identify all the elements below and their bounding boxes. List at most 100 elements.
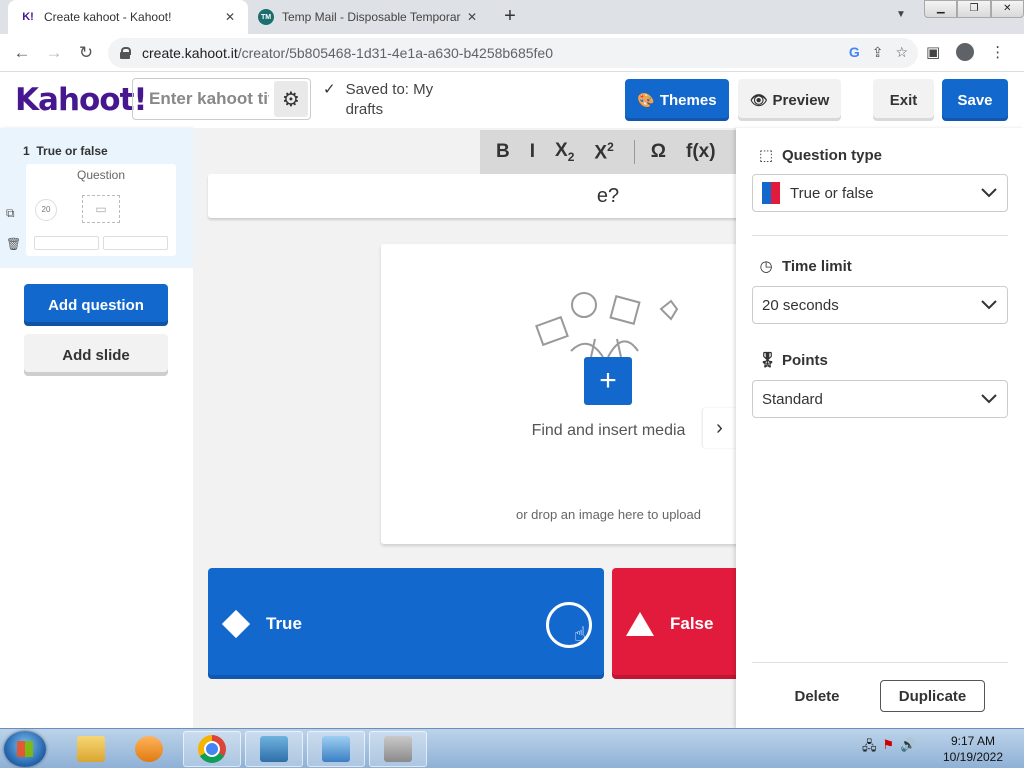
tab-create-kahoot[interactable]: K! Create kahoot - Kahoot! ✕ [8, 0, 248, 34]
duplicate-slide-icon[interactable]: ⧉ [6, 206, 21, 221]
points-heading: 🎖 Points [758, 351, 828, 370]
question-type-icon: ⬚ [758, 147, 774, 164]
points-select[interactable]: Standard [752, 380, 1008, 418]
duplicate-button[interactable]: Duplicate [880, 680, 985, 712]
italic-button[interactable]: I [530, 141, 535, 163]
profile-avatar-icon[interactable] [956, 43, 975, 61]
subscript-digit: 2 [567, 149, 575, 164]
file-explorer-icon[interactable] [62, 731, 120, 767]
superscript-digit: 2 [607, 139, 614, 154]
chevron-right-icon[interactable]: › [703, 408, 736, 448]
settings-gear-icon[interactable]: ⚙ [274, 81, 308, 117]
reload-icon[interactable]: ↻ [76, 43, 96, 63]
window-controls: ▁ ❐ ✕ [924, 0, 1024, 18]
exit-button[interactable]: Exit [873, 79, 934, 121]
system-clock[interactable]: 9:17 AM 10/19/2022 [938, 733, 1008, 765]
volume-icon[interactable]: 🔊 [900, 737, 916, 759]
url-field[interactable]: create.kahoot.it/creator/5b805468-1d31-4… [108, 38, 918, 68]
delete-button[interactable]: Delete [782, 680, 852, 712]
preview-label: Preview [772, 91, 830, 109]
question-text-field[interactable]: e? [208, 174, 736, 218]
bold-button[interactable]: B [496, 141, 510, 163]
math-function-button[interactable]: f(x) [686, 141, 716, 163]
chrome-taskbar-icon[interactable] [183, 731, 241, 767]
answer-true[interactable]: True ☝ [208, 568, 604, 679]
slide-thumbnail[interactable]: Question 20 ▭ [26, 164, 176, 256]
kahoot-title-field[interactable]: ⚙ [132, 78, 311, 120]
saved-status-text: Saved to: My drafts [345, 81, 434, 118]
diamond-icon [221, 609, 251, 638]
slide-number: 1 [23, 144, 30, 158]
add-question-button[interactable]: Add question [24, 284, 168, 326]
media-player-icon[interactable] [120, 731, 178, 767]
address-bar: ← → ↻ create.kahoot.it/creator/5b805468-… [0, 34, 1024, 72]
close-tab-icon[interactable]: ✕ [222, 10, 238, 24]
kahoot-logo[interactable]: Kahoot! [15, 82, 148, 118]
themes-button[interactable]: 🎨 Themes [625, 79, 729, 121]
kahoot-header: Kahoot! ⚙ ✓ Saved to: My drafts 🎨 Themes… [0, 72, 1024, 128]
time-limit-select[interactable]: 20 seconds [752, 286, 1008, 324]
forward-arrow-icon[interactable]: → [44, 43, 64, 63]
restore-icon[interactable]: ❐ [957, 0, 991, 18]
media-upload-area[interactable]: + Find and insert media or drop an image… [381, 244, 736, 544]
add-slide-button[interactable]: Add slide [24, 334, 168, 376]
network-icon[interactable]: 🖧 [862, 737, 877, 759]
slide-item-1[interactable]: 1 True or false ⧉ 🗑 Question 20 ▭ [0, 128, 193, 268]
triangle-icon [626, 610, 654, 638]
answer-false[interactable]: False [612, 568, 736, 679]
saved-status: ✓ Saved to: My drafts [323, 80, 453, 120]
preview-button[interactable]: 👁 Preview [738, 79, 841, 121]
close-tab-icon[interactable]: ✕ [464, 10, 480, 24]
themes-label: Themes [659, 91, 717, 109]
url-host: create.kahoot.it [142, 45, 238, 61]
superscript-x: X [594, 142, 608, 164]
share-icon[interactable]: ⇪ [872, 44, 884, 61]
question-type-select[interactable]: True or false [752, 174, 1008, 212]
add-media-button[interactable]: + [584, 357, 632, 405]
back-arrow-icon[interactable]: ← [12, 43, 32, 63]
slide-list-panel: 1 True or false ⧉ 🗑 Question 20 ▭ Add qu… [0, 128, 193, 728]
question-type-heading: ⬚ Question type [758, 146, 882, 165]
special-characters-button[interactable]: Ω [651, 141, 666, 163]
firewall-icon[interactable] [369, 731, 427, 767]
close-window-icon[interactable]: ✕ [990, 0, 1024, 18]
system-tray: 🖧 ⚑ 🔊 [862, 737, 916, 759]
subscript-x: X [555, 140, 568, 162]
palette-icon: 🎨 [637, 91, 655, 108]
chevron-down-icon [981, 394, 997, 404]
divider [752, 235, 1008, 236]
slide-label: 1 True or false [23, 144, 108, 158]
temp-mail-favicon-icon: TM [258, 9, 274, 25]
start-button[interactable] [4, 731, 46, 767]
remote-desktop-icon[interactable] [307, 731, 365, 767]
subscript-button[interactable]: X2 [555, 140, 574, 164]
format-toolbar: B I X2 X2 Ω f(x) [480, 130, 736, 174]
google-translate-icon[interactable]: G [849, 44, 860, 61]
tab-temp-mail[interactable]: TM Temp Mail - Disposable Temporar ✕ [250, 0, 490, 34]
new-tab-button[interactable]: + [498, 5, 522, 28]
chevron-down-icon [981, 300, 997, 310]
superscript-button[interactable]: X2 [594, 140, 613, 164]
tab-search-chevron-icon[interactable]: ▼ [896, 9, 906, 20]
time-limit-label: Time limit [782, 257, 852, 275]
taskbar: 🖧 ⚑ 🔊 9:17 AM 10/19/2022 [0, 728, 1024, 768]
url-path: /creator/5b805468-1d31-4e1a-a630-b4258b6… [237, 45, 553, 61]
action-center-icon[interactable]: ⚑ [883, 737, 895, 759]
minimize-icon[interactable]: ▁ [924, 0, 958, 18]
question-type-value: True or false [790, 184, 874, 202]
thumb-timer: 20 [35, 199, 57, 221]
save-button[interactable]: Save [942, 79, 1008, 121]
answer-label: True [266, 613, 302, 633]
question-settings-panel: ⬚ Question type True or false ◷ Time lim… [736, 128, 1024, 728]
browser-menu-icon[interactable]: ⋮ [990, 43, 1005, 61]
kahoot-title-input[interactable] [149, 89, 269, 109]
divider [752, 662, 1008, 663]
slide-actions: ⧉ 🗑 [6, 206, 21, 251]
tab-title: Create kahoot - Kahoot! [44, 10, 172, 24]
slide-type: True or false [36, 144, 108, 158]
side-panel-icon[interactable]: ▣ [926, 43, 940, 61]
bookmark-star-icon[interactable]: ☆ [895, 44, 908, 61]
control-panel-icon[interactable] [245, 731, 303, 767]
points-value: Standard [762, 390, 823, 408]
trash-icon[interactable]: 🗑 [6, 237, 21, 251]
